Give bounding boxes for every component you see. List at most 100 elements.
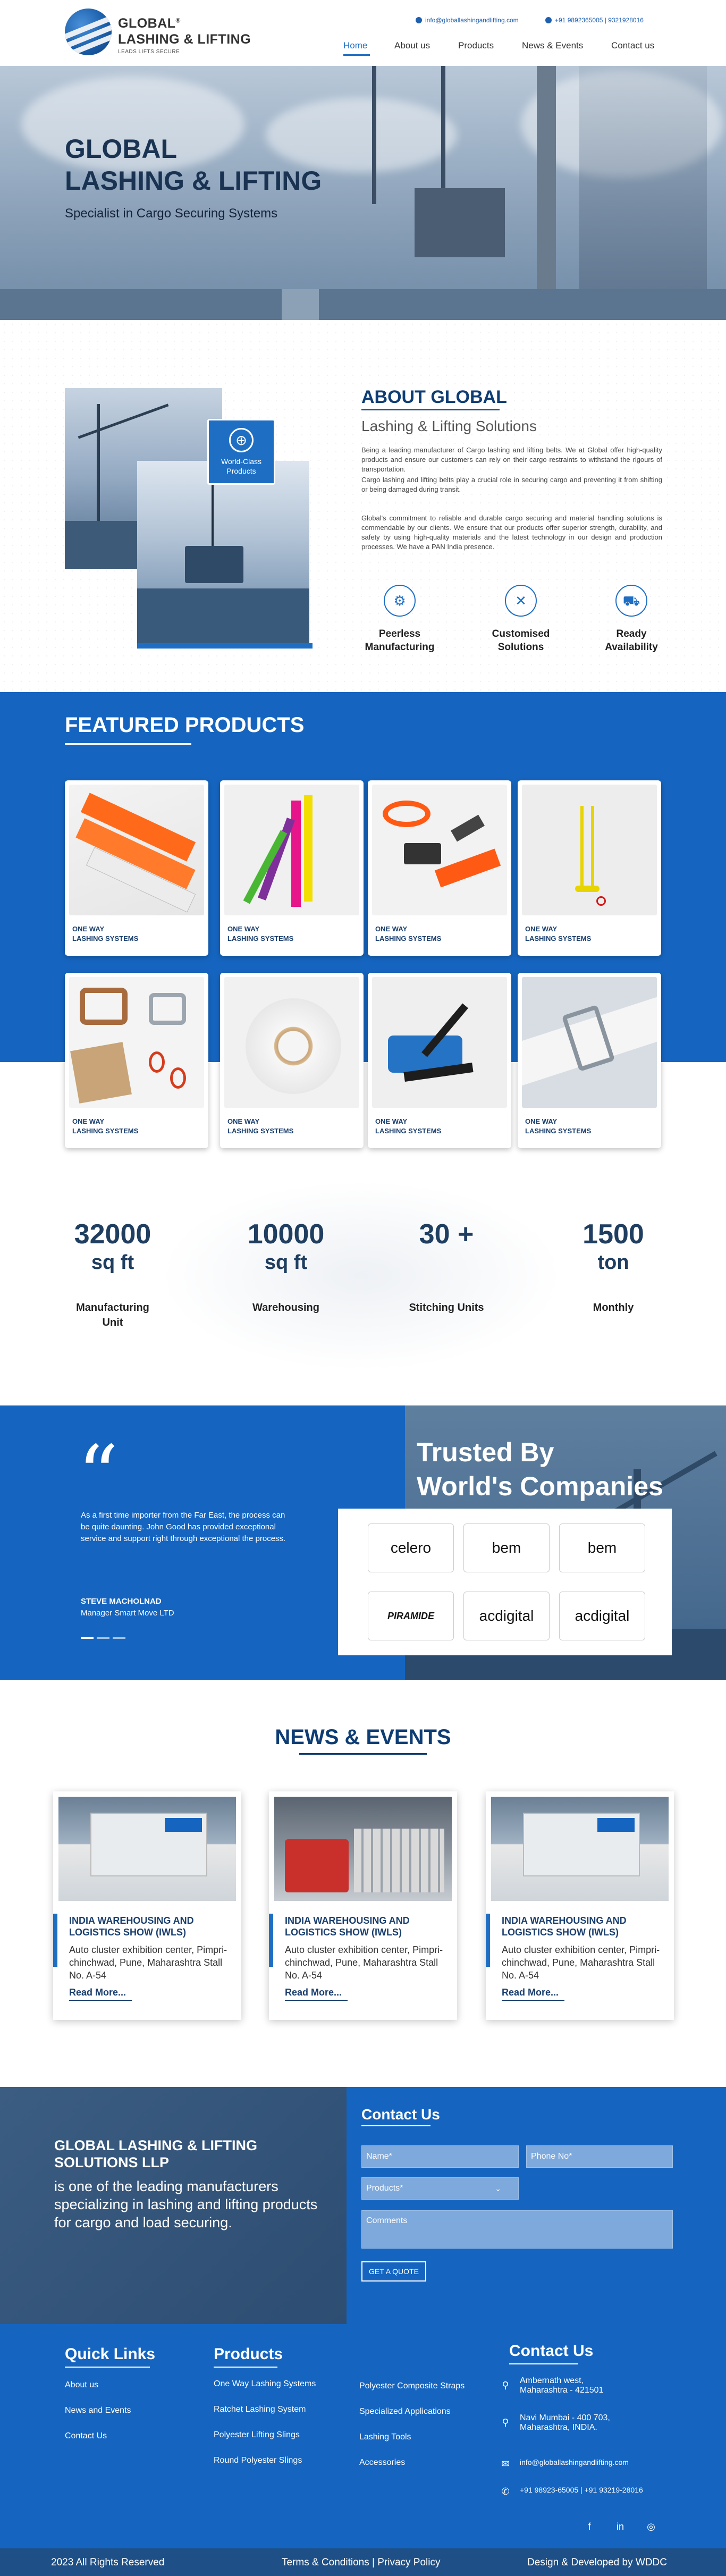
- instagram-icon[interactable]: ◎: [646, 2522, 656, 2531]
- about-subheading: Lashing & Lifting Solutions: [361, 418, 537, 434]
- stat-label-4: Monthly: [593, 1302, 634, 1314]
- client-logo: celero: [368, 1523, 454, 1572]
- product-card[interactable]: ONE WAY LASHING SYSTEMS: [220, 780, 364, 956]
- news-card[interactable]: INDIA WAREHOUSING AND LOGISTICS SHOW (IW…: [269, 1791, 457, 2020]
- linkedin-icon[interactable]: in: [615, 2522, 625, 2531]
- news-title: INDIA WAREHOUSING AND LOGISTICS SHOW (IW…: [69, 1915, 194, 1938]
- name-field[interactable]: Name*: [361, 2145, 519, 2168]
- slider-dot-2[interactable]: [97, 1637, 109, 1639]
- trusted-heading: Trusted By World's Companies: [417, 1437, 663, 1501]
- product-card[interactable]: ONE WAY LASHING SYSTEMS: [65, 780, 208, 956]
- image-accent-bar: [137, 643, 313, 649]
- featured-products-heading: FEATURED PRODUCTS: [65, 713, 305, 737]
- stat-value-2: 10000: [247, 1219, 325, 1250]
- footer-phones[interactable]: +91 98923-65005 | +91 93219-28016: [520, 2486, 643, 2494]
- client-logo: acdigital: [559, 1592, 645, 1640]
- read-more-link[interactable]: Read More...: [69, 1987, 126, 1998]
- hero-subtitle: Specialist in Cargo Securing Systems: [65, 206, 278, 221]
- chevron-down-icon: ⌄: [495, 2184, 501, 2193]
- footer-link-contact[interactable]: Contact Us: [65, 2431, 107, 2441]
- mail-icon: [416, 17, 422, 23]
- globe-icon: ⊕: [229, 428, 254, 452]
- header-phone[interactable]: +91 9892365005 | 9321928016: [545, 14, 644, 27]
- news-card[interactable]: INDIA WAREHOUSING AND LOGISTICS SHOW (IW…: [486, 1791, 674, 2020]
- product-card[interactable]: ONE WAY LASHING SYSTEMS: [368, 780, 511, 956]
- legal-links[interactable]: Terms & Conditions | Privacy Policy: [282, 2557, 440, 2569]
- mail-icon: ✉: [501, 2459, 510, 2469]
- read-more-link[interactable]: Read More...: [502, 1987, 559, 1998]
- stat-label-2: Warehousing: [252, 1302, 319, 1314]
- footer-link-about[interactable]: About us: [65, 2380, 98, 2390]
- footer-product-link[interactable]: Specialized Applications: [359, 2407, 451, 2417]
- client-logos-panel: celero bem bem PIRAMIDE acdigital acdigi…: [338, 1509, 672, 1655]
- product-card[interactable]: ONE WAY LASHING SYSTEMS: [518, 780, 661, 956]
- news-title: INDIA WAREHOUSING AND LOGISTICS SHOW (IW…: [502, 1915, 627, 1938]
- contact-heading: Contact Us: [361, 2106, 440, 2123]
- slider-dot-3[interactable]: [113, 1637, 125, 1639]
- product-image-tensioner: [372, 977, 507, 1108]
- footer-product-link[interactable]: One Way Lashing Systems: [214, 2379, 316, 2389]
- facebook-icon[interactable]: f: [585, 2522, 594, 2531]
- products-select[interactable]: Products* ⌄: [361, 2177, 519, 2200]
- stat-unit-1: sq ft: [91, 1251, 134, 1274]
- news-image-stall: [58, 1797, 236, 1901]
- nav-news-events[interactable]: News & Events: [522, 40, 583, 51]
- phone-field[interactable]: Phone No*: [526, 2145, 673, 2168]
- logo-globe-icon[interactable]: [65, 9, 112, 55]
- logo-line1[interactable]: GLOBAL®: [118, 16, 181, 31]
- news-title: INDIA WAREHOUSING AND LOGISTICS SHOW (IW…: [285, 1915, 410, 1938]
- news-heading: NEWS & EVENTS: [275, 1725, 451, 1749]
- news-image-stall: [274, 1797, 452, 1901]
- world-map-background: [159, 1180, 563, 1371]
- gear-icon: ⚙: [384, 585, 416, 617]
- footer-product-link[interactable]: Polyester Composite Straps: [359, 2381, 465, 2391]
- footer-email[interactable]: info@globallashingandlifting.com: [520, 2458, 629, 2466]
- news-body: Auto cluster exhibition center, Pimpri- …: [502, 1944, 660, 1981]
- about-para-3: Global's commitment to reliable and dura…: [361, 514, 662, 551]
- footer-product-link[interactable]: Lashing Tools: [359, 2432, 411, 2442]
- featured-products-underline: [65, 743, 191, 745]
- about-image-lifting: [137, 461, 309, 647]
- feature-label-2: Customised Solutions: [492, 628, 550, 653]
- news-image-stall: [491, 1797, 669, 1901]
- phone-icon: ✆: [501, 2486, 510, 2497]
- footer-product-link[interactable]: Ratchet Lashing System: [214, 2405, 306, 2414]
- client-logo: bem: [559, 1523, 645, 1572]
- nav-contact[interactable]: Contact us: [611, 40, 654, 51]
- logo-line2[interactable]: LASHING & LIFTING: [118, 32, 251, 47]
- comments-field[interactable]: Comments: [361, 2210, 673, 2249]
- footer-link-news[interactable]: News and Events: [65, 2406, 131, 2415]
- product-image-ratchet: [372, 785, 507, 915]
- product-card[interactable]: ONE WAY LASHING SYSTEMS: [65, 973, 208, 1148]
- site-header: GLOBAL® LASHING & LIFTING LEADS LIFTS SE…: [0, 0, 726, 66]
- product-image-slings: [224, 785, 359, 915]
- slider-dot-1[interactable]: [81, 1637, 94, 1639]
- nav-home[interactable]: Home: [343, 40, 367, 51]
- product-image-yellow-sling: [522, 785, 657, 915]
- header-email[interactable]: info@globallashingandlifting.com: [416, 14, 519, 27]
- nav-products[interactable]: Products: [458, 40, 494, 51]
- testimonial-quote: As a first time importer from the Far Ea…: [81, 1511, 286, 1543]
- news-card[interactable]: INDIA WAREHOUSING AND LOGISTICS SHOW (IW…: [53, 1791, 241, 2020]
- client-logo: PIRAMIDE: [368, 1592, 454, 1640]
- footer-product-link[interactable]: Round Polyester Slings: [214, 2456, 302, 2465]
- location-pin-icon: ⚲: [502, 2380, 509, 2390]
- footer-product-link[interactable]: Accessories: [359, 2458, 405, 2468]
- product-image-strap-roll: [224, 977, 359, 1108]
- client-logo: acdigital: [463, 1592, 550, 1640]
- get-quote-button[interactable]: GET A QUOTE: [361, 2261, 426, 2282]
- read-more-link[interactable]: Read More...: [285, 1987, 342, 1998]
- stat-value-3: 30 +: [419, 1219, 474, 1250]
- nav-about[interactable]: About us: [394, 40, 430, 51]
- product-card[interactable]: ONE WAY LASHING SYSTEMS: [220, 973, 364, 1148]
- about-para-2: Cargo lashing and lifting belts play a c…: [361, 476, 662, 493]
- product-card[interactable]: ONE WAY LASHING SYSTEMS: [368, 973, 511, 1148]
- footer-product-link[interactable]: Polyester Lifting Slings: [214, 2430, 300, 2440]
- product-image-orange-straps: [69, 785, 204, 915]
- hero-title: GLOBAL LASHING & LIFTING: [65, 134, 322, 196]
- company-description: is one of the leading manufacturers spec…: [54, 2178, 318, 2230]
- product-card[interactable]: ONE WAY LASHING SYSTEMS: [518, 973, 661, 1148]
- about-heading: ABOUT GLOBAL: [361, 387, 507, 407]
- news-heading-underline: [299, 1753, 427, 1755]
- testimonial-name: STEVE MACHOLNAD: [81, 1597, 162, 1606]
